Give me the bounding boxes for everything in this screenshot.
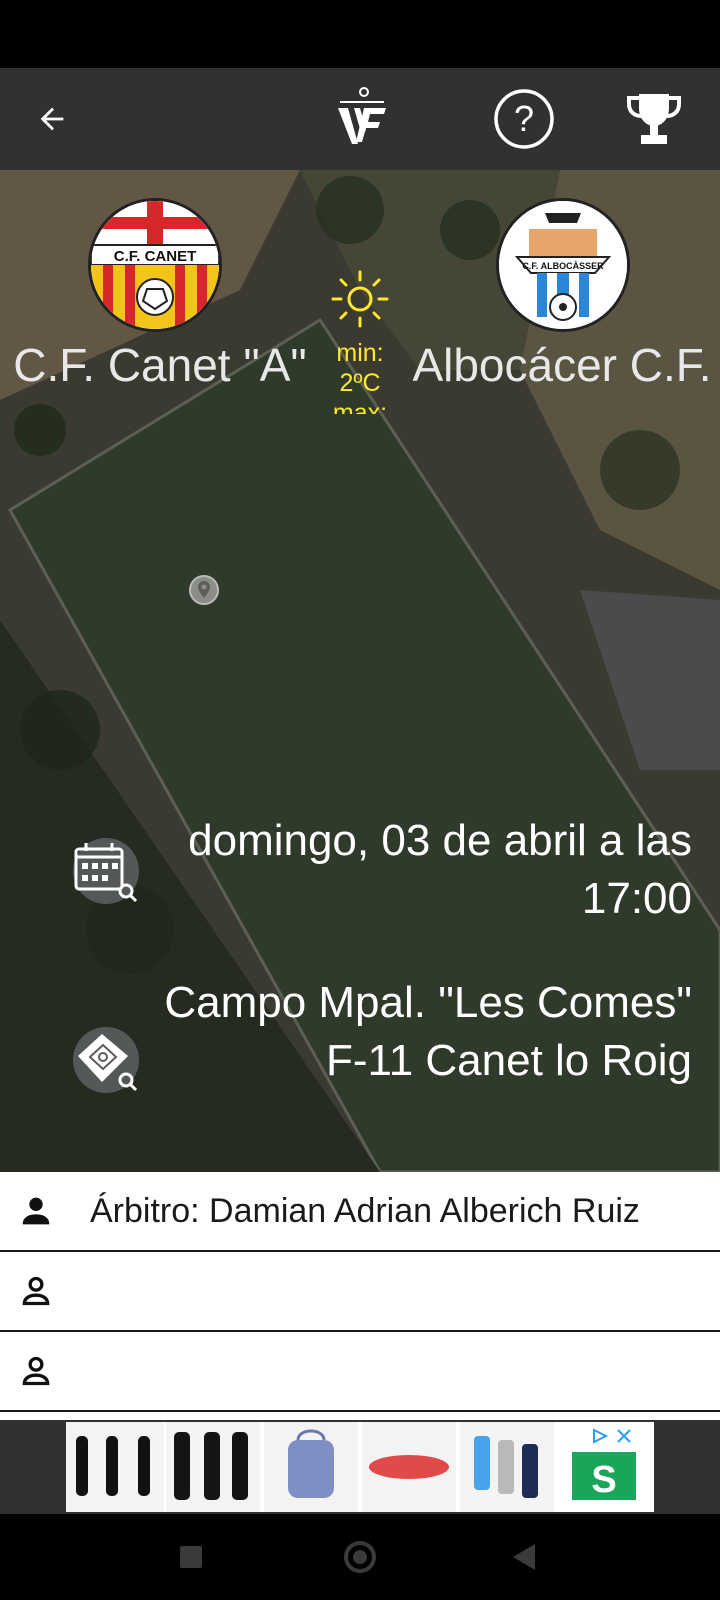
referee-row[interactable]: Árbitro: Damian Adrian Alberich Ruiz [0,1172,720,1252]
weather-temperature: min: 2ºC max: [332,339,388,414]
home-team-crest[interactable]: C.F. CANET [88,198,222,332]
help-button[interactable]: ? [484,68,564,170]
back-nav-button[interactable] [500,1532,550,1582]
recents-button[interactable] [166,1532,216,1582]
trophy-icon [627,94,681,144]
standings-button[interactable] [614,68,694,170]
sun-icon [331,270,389,328]
match-venue: Campo Mpal. "Les Comes" F-11 Canet lo Ro… [164,978,692,1085]
person-outline-icon [0,1331,72,1411]
person-outline-icon [0,1251,72,1331]
match-header: C.F. CANET C.F. ALBOCÀSSER C.F. Canet "A… [0,170,720,1172]
person-filled-icon [0,1171,72,1251]
federation-logo [322,68,402,170]
calendar-search-button[interactable] [72,837,142,907]
app-bar: ? [0,68,720,170]
ad-area: S [0,1420,720,1514]
circle-icon [344,1541,376,1573]
official-row[interactable] [0,1332,720,1412]
triangle-back-icon [513,1544,535,1570]
help-circle-icon: ? [494,89,554,149]
venue-search-button[interactable] [72,1026,142,1096]
ad-banner[interactable]: S [66,1422,654,1512]
svg-text:C.F. ALBOCÀSSER: C.F. ALBOCÀSSER [522,261,604,271]
status-bar [0,0,720,68]
official-row[interactable] [0,1252,720,1332]
arrow-left-icon [40,107,64,131]
back-button[interactable] [20,68,84,170]
referee-name: Árbitro: Damian Adrian Alberich Ruiz [90,1191,640,1230]
ffcv-logo-icon [338,87,386,144]
calendar-search-icon [73,838,139,904]
svg-text:?: ? [514,98,534,139]
away-team-name[interactable]: Albocácer C.F. [412,338,712,414]
away-team-crest[interactable]: C.F. ALBOCÀSSER [496,198,630,332]
weather-widget [320,268,400,335]
system-navigation-bar [0,1514,720,1600]
svg-text:S: S [591,1459,616,1501]
square-icon [180,1546,202,1568]
officials-list: Árbitro: Damian Adrian Alberich Ruiz [0,1172,720,1420]
match-date: domingo, 03 de abril a las 17:00 [188,816,692,923]
svg-text:C.F. CANET: C.F. CANET [114,248,197,265]
albocasser-crest-icon: C.F. ALBOCÀSSER [499,201,627,329]
home-button[interactable] [335,1532,385,1582]
map-pin-icon[interactable] [188,574,220,606]
stadium-search-icon [73,1027,139,1093]
canet-crest-icon: C.F. CANET [91,201,219,329]
ad-product-images: S [66,1422,636,1512]
home-team-name[interactable]: C.F. Canet "A" [10,338,310,414]
